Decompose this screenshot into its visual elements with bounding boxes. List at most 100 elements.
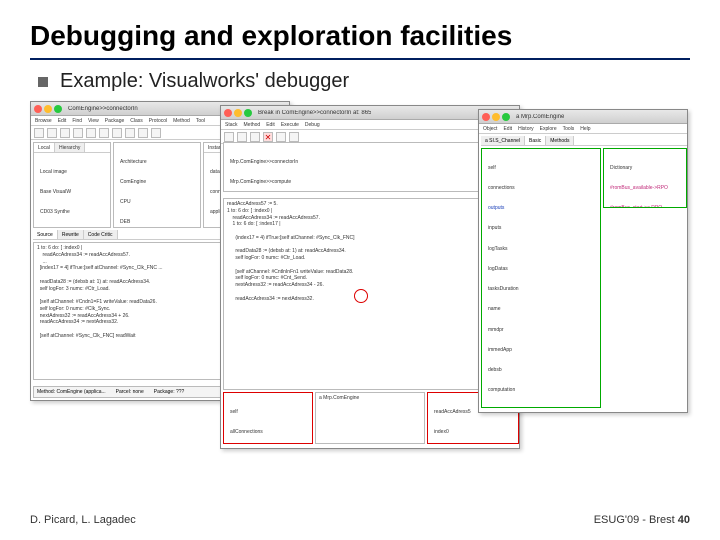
step-into-button[interactable]	[237, 132, 247, 142]
step-over-button[interactable]	[250, 132, 260, 142]
toolbar-button[interactable]	[125, 128, 135, 138]
ivar-item[interactable]: inputs	[485, 225, 597, 232]
tab[interactable]: Basic	[525, 136, 546, 145]
continue-button[interactable]	[289, 132, 299, 142]
ivar-value-pane[interactable]: Dictionary #romBus_available->RPO #romBu…	[603, 148, 687, 208]
list-item[interactable]: Base VisualW	[37, 189, 107, 196]
ivar-item[interactable]: tasksDuration	[485, 286, 597, 293]
stack-pane[interactable]: Mrp.ComEngine>>connectorIn Mrp.ComEngine…	[223, 142, 519, 192]
list-item[interactable]: CD03 Synthe	[37, 209, 107, 216]
window-title: Break in ComEngine>>connectorIn at: 865	[258, 110, 371, 116]
toolbar-button[interactable]	[112, 128, 122, 138]
menu-item[interactable]: Browse	[35, 118, 52, 124]
var-item[interactable]: self	[227, 409, 309, 416]
minimize-icon[interactable]	[492, 113, 500, 121]
list-item[interactable]: CPU	[117, 199, 197, 206]
menu-item[interactable]: Tool	[196, 118, 205, 124]
close-icon[interactable]	[482, 113, 490, 121]
ivar-item[interactable]: computation	[485, 387, 597, 394]
minimize-icon[interactable]	[44, 105, 52, 113]
tab[interactable]: Methods	[546, 136, 574, 145]
debugger-window: Break in ComEngine>>connectorIn at: 865 …	[220, 105, 520, 449]
debug-code: readAccAdress57 := 5. 1 to: 6 do: [ :ind…	[224, 199, 518, 304]
list-item[interactable]: DEB	[117, 219, 197, 226]
tab[interactable]: Rewrite	[58, 230, 84, 239]
tab[interactable]: Local	[34, 143, 55, 152]
toolbar-button[interactable]	[34, 128, 44, 138]
menu-item[interactable]: Method	[173, 118, 190, 124]
ivar-item[interactable]: self	[485, 165, 597, 172]
menu-item[interactable]: Method	[244, 122, 261, 128]
zoom-icon[interactable]	[502, 113, 510, 121]
ivar-item[interactable]: name	[485, 306, 597, 313]
step-button[interactable]	[224, 132, 234, 142]
toolbar-button[interactable]	[99, 128, 109, 138]
list-item[interactable]: ComEngine	[117, 179, 197, 186]
menu-item[interactable]: Package	[105, 118, 124, 124]
menu-item[interactable]: History	[518, 126, 534, 132]
ivar-item[interactable]: outputs	[485, 205, 597, 212]
ivar-item[interactable]: mmdpr	[485, 327, 597, 334]
toolbar-button[interactable]	[73, 128, 83, 138]
value-line: #romBus_start->a RPO	[607, 205, 683, 208]
toolbar-button[interactable]	[47, 128, 57, 138]
menu-item[interactable]: Protocol	[149, 118, 167, 124]
ivar-item[interactable]: connections	[485, 185, 597, 192]
value-pane[interactable]: a Mrp.ComEngine	[315, 392, 425, 444]
highlight-circle-icon	[354, 289, 368, 303]
var-item[interactable]: allConnections	[227, 429, 309, 436]
tab[interactable]: a SI.S_Channel	[481, 136, 525, 145]
screenshot-area: ComEngine>>connectorIn Browse Edit Find …	[30, 101, 690, 461]
menu-item[interactable]: Stack	[225, 122, 238, 128]
window-title: ComEngine>>connectorIn	[68, 106, 138, 112]
ivar-item[interactable]: logTasks	[485, 246, 597, 253]
receiver-vars-pane[interactable]: self allConnections connections primitiv…	[223, 392, 313, 444]
bullet-text: Example: Visualworks' debugger	[60, 70, 349, 93]
ivar-item[interactable]: inputsSpon	[485, 408, 597, 409]
list-item[interactable]: Local image	[37, 169, 107, 176]
class-list[interactable]: Architecture ComEngine CPU DEB Memory Me…	[113, 142, 201, 228]
footer-authors: D. Picard, L. Lagadec	[30, 514, 136, 526]
ivar-item[interactable]: debsb	[485, 367, 597, 374]
tab[interactable]: Hierarchy	[55, 143, 85, 152]
menu-item[interactable]: Edit	[266, 122, 275, 128]
menu-item[interactable]: Debug	[305, 122, 320, 128]
menu-item[interactable]: Execute	[281, 122, 299, 128]
close-icon[interactable]	[224, 109, 232, 117]
zoom-icon[interactable]	[54, 105, 62, 113]
menu-item[interactable]: View	[88, 118, 99, 124]
ivar-list[interactable]: self connections outputs inputs logTasks…	[481, 148, 601, 408]
list-item[interactable]: Architecture	[117, 159, 197, 166]
ivar-item[interactable]: logDatas	[485, 266, 597, 273]
toolbar-button[interactable]	[60, 128, 70, 138]
toolbar-button[interactable]	[151, 128, 161, 138]
menu-item[interactable]: Find	[72, 118, 82, 124]
slide-footer: D. Picard, L. Lagadec ESUG'09 - Brest 40	[30, 514, 690, 526]
toolbar-button[interactable]	[138, 128, 148, 138]
var-item[interactable]: index0	[431, 429, 515, 436]
menu-item[interactable]: Edit	[503, 126, 512, 132]
tab[interactable]: Source	[33, 230, 58, 239]
tab[interactable]: Code Critic	[84, 230, 118, 239]
page-number: 40	[678, 514, 690, 526]
menu-item[interactable]: Object	[483, 126, 497, 132]
close-icon[interactable]	[34, 105, 42, 113]
code-pane[interactable]: readAccAdress57 := 5. 1 to: 6 do: [ :ind…	[223, 198, 519, 390]
stop-button[interactable]: ✕	[263, 132, 273, 142]
ivar-item[interactable]: immedApp	[485, 347, 597, 354]
menu-bar[interactable]: Object Edit History Explore Tools Help	[479, 124, 687, 134]
minimize-icon[interactable]	[234, 109, 242, 117]
package-list[interactable]: LocalHierarchy Local image Base VisualW …	[33, 142, 111, 228]
menu-item[interactable]: Explore	[540, 126, 557, 132]
menu-item[interactable]: Help	[580, 126, 590, 132]
toolbar-button[interactable]	[86, 128, 96, 138]
stack-frame[interactable]: Mrp.ComEngine>>compute	[227, 179, 515, 186]
stack-frame[interactable]: Mrp.ComEngine>>connectorIn	[227, 159, 515, 166]
menu-item[interactable]: Class	[130, 118, 143, 124]
menu-item[interactable]: Edit	[58, 118, 67, 124]
restart-button[interactable]	[276, 132, 286, 142]
menu-item[interactable]: Tools	[563, 126, 575, 132]
menu-bar[interactable]: Stack Method Edit Execute Debug	[221, 120, 519, 130]
window-title: a Mrp.ComEngine	[516, 114, 564, 120]
zoom-icon[interactable]	[244, 109, 252, 117]
